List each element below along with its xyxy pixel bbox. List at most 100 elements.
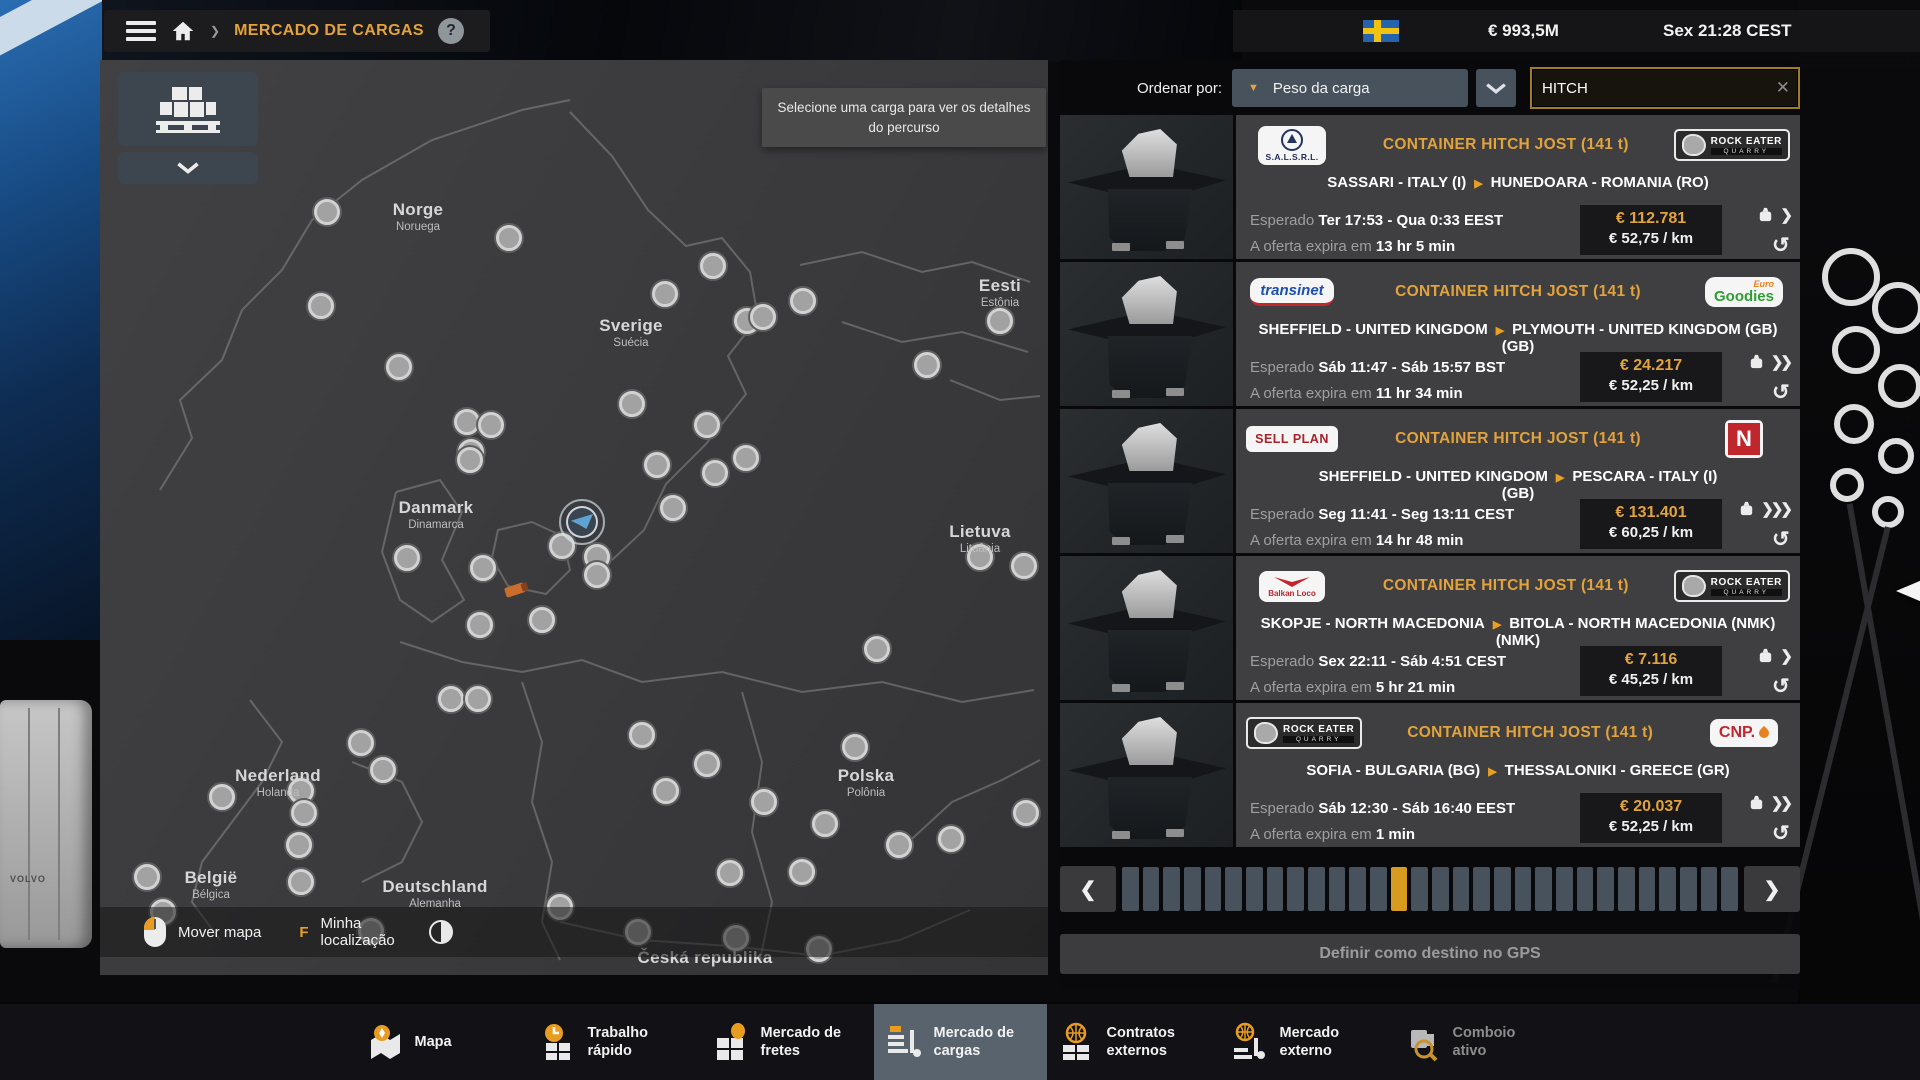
nav-item-contratos-externos[interactable]: Contratosexternos: [1047, 1004, 1220, 1080]
cargo-thumbnail: [1060, 703, 1233, 847]
light-ring: [1834, 404, 1874, 444]
page-block[interactable]: [1515, 867, 1532, 911]
cargo-thumbnail: [1060, 262, 1233, 406]
page-block[interactable]: [1618, 867, 1635, 911]
page-block[interactable]: [1205, 867, 1222, 911]
page-block[interactable]: [1597, 867, 1614, 911]
price-per-km: € 52,75 / km: [1580, 230, 1722, 247]
cargo-info: SELL PLAN CONTAINER HITCH JOST (141 t) N…: [1236, 409, 1800, 553]
page-block[interactable]: [1432, 867, 1449, 911]
cargo-thumbnail: [1060, 556, 1233, 700]
page-block-active[interactable]: [1391, 867, 1408, 911]
help-button[interactable]: ?: [438, 18, 464, 44]
page-block[interactable]: [1308, 867, 1325, 911]
mouse-cursor: [1896, 580, 1920, 602]
sort-dropdown[interactable]: ▼ Peso da carga: [1232, 69, 1468, 107]
cargo-thumbnail: [1060, 115, 1233, 259]
urgency-chevrons-icon: ❯: [1780, 647, 1790, 665]
city-dot: [842, 734, 868, 760]
city-dot: [790, 288, 816, 314]
nav-item-mercado-de-fretes[interactable]: Mercado defretes: [701, 1004, 874, 1080]
page-block[interactable]: [1225, 867, 1242, 911]
comboio-ativo-icon: [1403, 1022, 1443, 1062]
city-dot: [717, 860, 743, 886]
map-panel[interactable]: NorgeNoruegaSverigeSuéciaEestiEstôniaDan…: [100, 60, 1048, 975]
search-box: ✕: [1530, 67, 1800, 109]
expected-time: Esperado Sáb 11:47 - Sáb 15:57 BST: [1250, 359, 1505, 376]
sort-direction-button[interactable]: [1476, 69, 1516, 107]
cargo-weight-icon: [1747, 352, 1766, 371]
cargo-offer[interactable]: Balkan Loco CONTAINER HITCH JOST (141 t)…: [1060, 556, 1800, 700]
nav-item-mercado-de-cargas[interactable]: Mercado decargas: [874, 1004, 1047, 1080]
cargo-title: CONTAINER HITCH JOST (141 t): [1338, 577, 1674, 595]
page-block[interactable]: [1329, 867, 1346, 911]
city-dot: [288, 869, 314, 895]
my-location-label: Minha localização: [321, 915, 413, 950]
price-box: € 20.037 € 52,25 / km: [1580, 793, 1722, 843]
route-arrow-icon: ▶: [1488, 766, 1496, 778]
set-gps-destination-button[interactable]: Definir como destino no GPS: [1060, 934, 1800, 974]
city-dot: [660, 495, 686, 521]
cargo-offer[interactable]: SELL PLAN CONTAINER HITCH JOST (141 t) N…: [1060, 409, 1800, 553]
page-block[interactable]: [1639, 867, 1656, 911]
page-block[interactable]: [1246, 867, 1263, 911]
page-block[interactable]: [1370, 867, 1387, 911]
search-input[interactable]: [1532, 80, 1776, 97]
home-icon[interactable]: [170, 18, 196, 44]
chevron-down-icon: [1485, 83, 1507, 94]
page-block[interactable]: [1143, 867, 1160, 911]
price-box: € 131.401 € 60,25 / km: [1580, 499, 1722, 549]
page-block[interactable]: [1122, 867, 1139, 911]
page-block[interactable]: [1453, 867, 1470, 911]
city-dot: [987, 308, 1013, 334]
page-block[interactable]: [1163, 867, 1180, 911]
collapse-map-controls-button[interactable]: [118, 152, 258, 184]
page-block[interactable]: [1267, 867, 1284, 911]
nav-item-mercado-externo[interactable]: Mercadoexterno: [1220, 1004, 1393, 1080]
nav-item-mapa[interactable]: Mapa: [355, 1004, 528, 1080]
page-block[interactable]: [1680, 867, 1697, 911]
next-page-button[interactable]: ❯: [1744, 866, 1800, 912]
page-block[interactable]: [1701, 867, 1718, 911]
page-block[interactable]: [1577, 867, 1594, 911]
page-block[interactable]: [1556, 867, 1573, 911]
city-dot: [465, 686, 491, 712]
city-dot: [478, 412, 504, 438]
cargo-info: S.A.L.S.R.L. CONTAINER HITCH JOST (141 t…: [1236, 115, 1800, 259]
cargo-weight-icon: [1737, 499, 1756, 518]
dropdown-triangle-icon: ▼: [1248, 82, 1259, 94]
cargo-offer[interactable]: ROCK EATERQUARRY CONTAINER HITCH JOST (1…: [1060, 703, 1800, 847]
loading-loop-icon: ↻: [1772, 233, 1790, 258]
page-block[interactable]: [1411, 867, 1428, 911]
nav-item-trabalho-rapido[interactable]: Trabalhorápido: [528, 1004, 701, 1080]
cargo-offer[interactable]: transinet CONTAINER HITCH JOST (141 t) E…: [1060, 262, 1800, 406]
city-dot: [134, 864, 160, 890]
page-block[interactable]: [1473, 867, 1490, 911]
page-block[interactable]: [1659, 867, 1676, 911]
cargo-offer[interactable]: S.A.L.S.R.L. CONTAINER HITCH JOST (141 t…: [1060, 115, 1800, 259]
receiver-logo: N: [1698, 420, 1790, 458]
page-block[interactable]: [1721, 867, 1738, 911]
city-dot: [967, 544, 993, 570]
page-block[interactable]: [1184, 867, 1201, 911]
page-block[interactable]: [1494, 867, 1511, 911]
city-dot: [914, 352, 940, 378]
page-block[interactable]: [1535, 867, 1552, 911]
city-dot: [584, 562, 610, 588]
city-dot: [457, 447, 483, 473]
urgency-chevrons-icon: ❯❯❯: [1761, 500, 1790, 518]
cargo-overview-button[interactable]: [118, 72, 258, 146]
prev-page-button[interactable]: ❮: [1060, 866, 1116, 912]
route-arrow-icon: ▶: [1474, 178, 1482, 190]
my-location-icon: [429, 920, 453, 944]
cargo-price: € 24.217: [1580, 357, 1722, 375]
page-block[interactable]: [1349, 867, 1366, 911]
cargo-weight-icon: [1747, 793, 1766, 812]
loading-loop-icon: ↻: [1772, 821, 1790, 846]
clear-search-icon[interactable]: ✕: [1776, 78, 1790, 98]
freight-panel: Ordenar por: ▼ Peso da carga ✕ S.A.L.S.R…: [1060, 60, 1800, 990]
cargo-route: SOFIA - BULGARIA (BG)▶THESSALONIKI - GRE…: [1236, 763, 1800, 780]
menu-icon[interactable]: [126, 21, 156, 41]
page-block[interactable]: [1287, 867, 1304, 911]
light-ring: [1830, 468, 1864, 502]
